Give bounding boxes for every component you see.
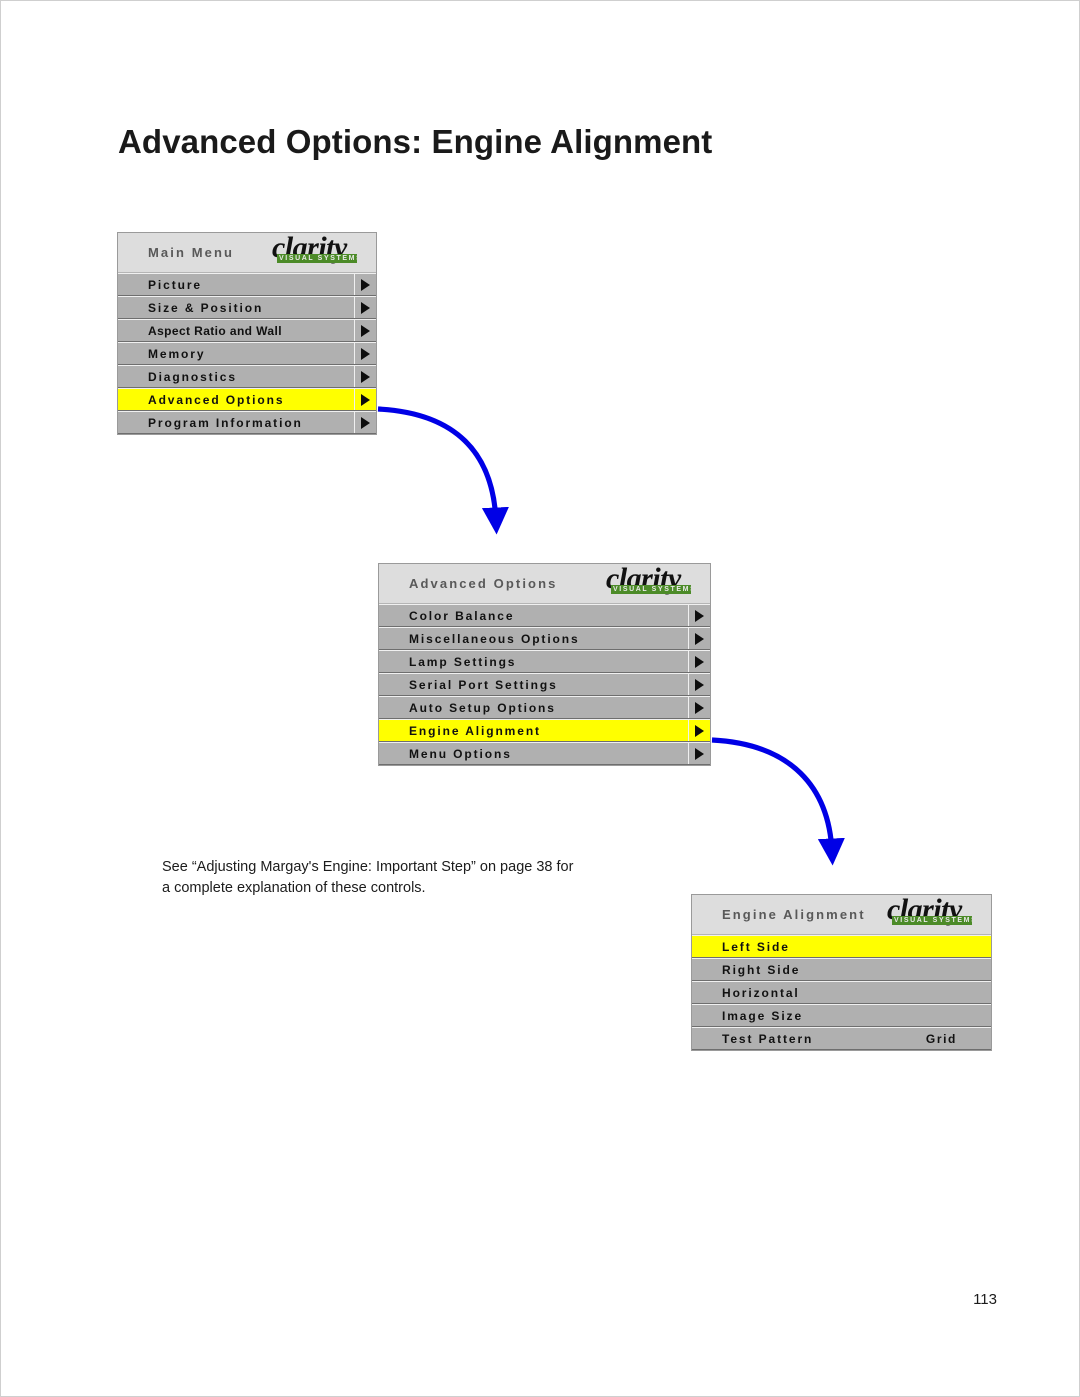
submenu-caret-cell[interactable] xyxy=(354,412,376,433)
submenu-caret-cell[interactable] xyxy=(688,605,710,626)
chevron-right-icon xyxy=(695,724,704,737)
osd-row-label: Color Balance xyxy=(409,608,515,623)
osd-row-label: Miscellaneous Options xyxy=(409,631,580,646)
osd-row-label: Aspect Ratio and Wall xyxy=(148,323,282,338)
osd-row-auto-setup-options[interactable]: Auto Setup Options xyxy=(379,696,710,719)
osd-panel-main-menu: Main Menu clarity VISUAL SYSTEMS Picture… xyxy=(117,232,377,435)
logo-tagline: VISUAL SYSTEMS xyxy=(894,916,972,925)
osd-header-title: Engine Alignment xyxy=(722,907,866,922)
submenu-caret-cell[interactable] xyxy=(354,389,376,410)
osd-row-label: Memory xyxy=(148,346,206,361)
osd-row-image-size[interactable]: Image Size xyxy=(692,1004,991,1027)
osd-row-right-side[interactable]: Right Side xyxy=(692,958,991,981)
chevron-right-icon xyxy=(361,324,370,337)
chevron-right-icon xyxy=(361,393,370,406)
chevron-right-icon xyxy=(361,301,370,314)
logo-green-bar: VISUAL SYSTEMS xyxy=(277,254,357,263)
osd-row-label: Right Side xyxy=(722,962,801,977)
osd-row-label: Advanced Options xyxy=(148,392,285,407)
osd-row-list: Left Side Right Side Horizontal Image Si… xyxy=(692,935,991,1050)
submenu-caret-cell[interactable] xyxy=(688,628,710,649)
osd-row-size-and-position[interactable]: Size & Position xyxy=(118,296,376,319)
clarity-logo: clarity VISUAL SYSTEMS xyxy=(272,233,372,271)
chevron-right-icon xyxy=(361,278,370,291)
submenu-caret-cell[interactable] xyxy=(688,743,710,764)
submenu-caret-cell[interactable] xyxy=(688,674,710,695)
page-number: 113 xyxy=(973,1291,997,1308)
osd-row-lamp-settings[interactable]: Lamp Settings xyxy=(379,650,710,673)
osd-row-list: Picture Size & Position Aspect Ratio and… xyxy=(118,273,376,434)
chevron-right-icon xyxy=(695,632,704,645)
osd-panel-advanced-options: Advanced Options clarity VISUAL SYSTEMS … xyxy=(378,563,711,766)
logo-green-bar: VISUAL SYSTEMS xyxy=(611,585,691,594)
arrow-advanced-to-engine xyxy=(711,737,845,866)
osd-row-label: Test Pattern xyxy=(722,1031,814,1046)
osd-row-label: Left Side xyxy=(722,939,790,954)
submenu-caret-cell[interactable] xyxy=(688,651,710,672)
osd-panel-engine-alignment: Engine Alignment clarity VISUAL SYSTEMS … xyxy=(691,894,992,1051)
osd-row-aspect-ratio-and-wall[interactable]: Aspect Ratio and Wall xyxy=(118,319,376,342)
explanatory-note: See “Adjusting Margay's Engine: Importan… xyxy=(162,859,574,896)
osd-row-engine-alignment[interactable]: Engine Alignment xyxy=(379,719,710,742)
clarity-logo: clarity VISUAL SYSTEMS xyxy=(606,564,706,602)
osd-row-color-balance[interactable]: Color Balance xyxy=(379,604,710,627)
chevron-right-icon xyxy=(361,370,370,383)
chevron-right-icon xyxy=(695,609,704,622)
chevron-right-icon xyxy=(361,347,370,360)
submenu-caret-cell[interactable] xyxy=(688,720,710,741)
osd-row-label: Lamp Settings xyxy=(409,654,517,669)
osd-row-list: Color Balance Miscellaneous Options Lamp… xyxy=(379,604,710,765)
osd-header-title: Advanced Options xyxy=(409,576,558,591)
osd-row-value: Grid xyxy=(925,1031,957,1046)
osd-row-label: Diagnostics xyxy=(148,369,237,384)
clarity-logo: clarity VISUAL SYSTEMS xyxy=(887,895,987,933)
osd-row-diagnostics[interactable]: Diagnostics xyxy=(118,365,376,388)
osd-row-label: Serial Port Settings xyxy=(409,677,558,692)
chevron-right-icon xyxy=(361,416,370,429)
osd-row-program-information[interactable]: Program Information xyxy=(118,411,376,434)
osd-row-label: Picture xyxy=(148,277,202,292)
osd-row-label: Menu Options xyxy=(409,746,512,761)
chevron-right-icon xyxy=(695,747,704,760)
submenu-caret-cell[interactable] xyxy=(354,320,376,341)
logo-tagline: VISUAL SYSTEMS xyxy=(279,254,357,263)
osd-row-label: Auto Setup Options xyxy=(409,700,556,715)
osd-row-label: Image Size xyxy=(722,1008,804,1023)
osd-header: Engine Alignment clarity VISUAL SYSTEMS xyxy=(692,895,991,935)
osd-header-title: Main Menu xyxy=(148,245,235,260)
arrow-main-to-advanced xyxy=(377,406,509,535)
osd-row-label: Engine Alignment xyxy=(409,723,541,738)
osd-row-label: Program Information xyxy=(148,415,303,430)
chevron-right-icon xyxy=(695,701,704,714)
osd-row-memory[interactable]: Memory xyxy=(118,342,376,365)
submenu-caret-cell[interactable] xyxy=(354,297,376,318)
submenu-caret-cell[interactable] xyxy=(688,697,710,718)
osd-row-test-pattern[interactable]: Test Pattern Grid xyxy=(692,1027,991,1050)
submenu-caret-cell[interactable] xyxy=(354,274,376,295)
osd-row-label: Horizontal xyxy=(722,985,800,1000)
osd-row-menu-options[interactable]: Menu Options xyxy=(379,742,710,765)
osd-row-advanced-options[interactable]: Advanced Options xyxy=(118,388,376,411)
submenu-caret-cell[interactable] xyxy=(354,366,376,387)
osd-row-left-side[interactable]: Left Side xyxy=(692,935,991,958)
document-page: Advanced Options: Engine Alignment Main … xyxy=(0,0,1080,1397)
osd-header: Main Menu clarity VISUAL SYSTEMS xyxy=(118,233,376,273)
page-title: Advanced Options: Engine Alignment xyxy=(118,123,713,160)
logo-green-bar: VISUAL SYSTEMS xyxy=(892,916,972,925)
submenu-caret-cell[interactable] xyxy=(354,343,376,364)
osd-row-horizontal[interactable]: Horizontal xyxy=(692,981,991,1004)
osd-row-label: Size & Position xyxy=(148,300,264,315)
chevron-right-icon xyxy=(695,655,704,668)
osd-header: Advanced Options clarity VISUAL SYSTEMS xyxy=(379,564,710,604)
osd-row-miscellaneous-options[interactable]: Miscellaneous Options xyxy=(379,627,710,650)
osd-row-serial-port-settings[interactable]: Serial Port Settings xyxy=(379,673,710,696)
logo-tagline: VISUAL SYSTEMS xyxy=(613,585,691,594)
chevron-right-icon xyxy=(695,678,704,691)
osd-row-picture[interactable]: Picture xyxy=(118,273,376,296)
